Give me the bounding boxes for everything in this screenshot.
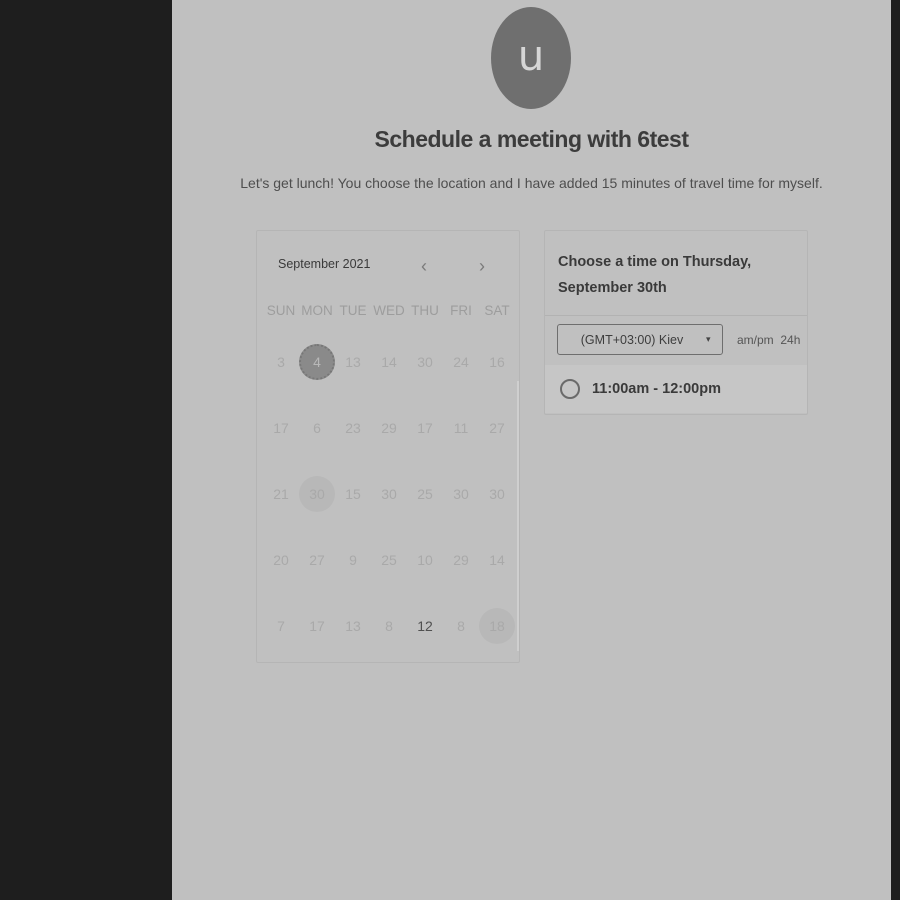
calendar-week-row: 3 4 13 14 30 24 16 <box>263 329 515 395</box>
calendar-day[interactable]: 16 <box>479 344 515 380</box>
calendar: September 2021 ‹ › SUN MON TUE WED THU F… <box>256 230 520 663</box>
time-panel-heading: Choose a time on Thursday, September 30t… <box>558 254 752 296</box>
calendar-day[interactable]: 3 <box>263 344 299 380</box>
calendar-week-row: 17 6 23 29 17 11 27 <box>263 395 515 461</box>
divider <box>545 315 807 316</box>
calendar-day[interactable]: 27 <box>479 410 515 446</box>
calendar-day[interactable]: 30 <box>407 344 443 380</box>
calendar-day[interactable]: 30 <box>371 476 407 512</box>
calendar-day[interactable]: 23 <box>335 410 371 446</box>
page-title: Schedule a meeting with 6test <box>374 126 689 152</box>
weekday-label: MON <box>301 303 333 318</box>
calendar-day[interactable]: 29 <box>443 542 479 578</box>
calendar-day[interactable]: 21 <box>263 476 299 512</box>
calendar-day[interactable]: 29 <box>371 410 407 446</box>
avatar-letter: u <box>517 30 545 80</box>
calendar-day[interactable]: 12 <box>407 608 443 644</box>
calendar-week-row: 7 17 13 8 12 8 18 <box>263 593 515 659</box>
chevron-left-icon[interactable]: ‹ <box>413 255 435 277</box>
calendar-day[interactable]: 20 <box>263 542 299 578</box>
time-selection-panel: Choose a time on Thursday, September 30t… <box>544 230 808 415</box>
chevron-right-icon[interactable]: › <box>471 255 493 277</box>
calendar-day[interactable]: 17 <box>263 410 299 446</box>
weekday-header: SUN MON TUE WED THU FRI SAT <box>263 303 515 318</box>
weekday-label: SUN <box>266 303 296 318</box>
timezone-select[interactable]: (GMT+03:00) Kiev ▾ <box>557 324 723 355</box>
calendar-edge-divider <box>517 381 519 651</box>
calendar-day[interactable]: 18 <box>479 608 515 644</box>
calendar-day[interactable]: 6 <box>299 410 335 446</box>
left-sidebar <box>0 0 172 900</box>
page-description: Let's get lunch! You choose the location… <box>240 175 823 191</box>
timezone-value: (GMT+03:00) Kiev <box>580 332 684 347</box>
weekday-label: SAT <box>484 303 510 318</box>
calendar-month-label: September 2021 <box>278 257 371 271</box>
calendar-day[interactable]: 8 <box>443 608 479 644</box>
calendar-day[interactable]: 8 <box>371 608 407 644</box>
right-edge <box>891 0 900 900</box>
time-slot-label: 11:00am - 12:00pm <box>592 381 721 397</box>
calendar-day[interactable]: 11 <box>443 410 479 446</box>
calendar-days-grid: 3 4 13 14 30 24 16 17 6 23 29 17 11 27 21 30 15 30 25 30 30 2… <box>263 329 515 659</box>
calendar-day[interactable]: 30 <box>299 476 335 512</box>
calendar-day[interactable]: 17 <box>407 410 443 446</box>
calendar-day[interactable]: 7 <box>263 608 299 644</box>
calendar-day[interactable]: 27 <box>299 542 335 578</box>
calendar-day[interactable]: 4 <box>299 344 335 380</box>
calendar-day[interactable]: 25 <box>407 476 443 512</box>
calendar-week-row: 20 27 9 25 10 29 14 <box>263 527 515 593</box>
calendar-day[interactable]: 17 <box>299 608 335 644</box>
calendar-day[interactable]: 14 <box>479 542 515 578</box>
time-format-toggle: am/pm 24h <box>737 333 800 347</box>
weekday-label: TUE <box>339 303 367 318</box>
calendar-day[interactable]: 25 <box>371 542 407 578</box>
weekday-label: THU <box>411 303 439 318</box>
scheduling-page: u Schedule a meeting with 6test Let's ge… <box>172 0 891 900</box>
calendar-day[interactable]: 24 <box>443 344 479 380</box>
format-24h-option[interactable]: 24h <box>780 333 800 347</box>
caret-down-icon: ▾ <box>706 334 711 344</box>
radio-button[interactable] <box>560 379 580 399</box>
calendar-day[interactable]: 13 <box>335 344 371 380</box>
calendar-day[interactable]: 30 <box>479 476 515 512</box>
calendar-day[interactable]: 30 <box>443 476 479 512</box>
calendar-day[interactable]: 9 <box>335 542 371 578</box>
calendar-week-row: 21 30 15 30 25 30 30 <box>263 461 515 527</box>
weekday-label: WED <box>373 303 405 318</box>
calendar-day[interactable]: 14 <box>371 344 407 380</box>
weekday-label: FRI <box>450 303 472 318</box>
calendar-day[interactable]: 15 <box>335 476 371 512</box>
calendar-day[interactable]: 13 <box>335 608 371 644</box>
avatar: u <box>491 7 571 109</box>
format-ampm-option[interactable]: am/pm <box>737 333 774 347</box>
time-slot-option[interactable]: 11:00am - 12:00pm <box>545 365 807 413</box>
calendar-day[interactable]: 10 <box>407 542 443 578</box>
